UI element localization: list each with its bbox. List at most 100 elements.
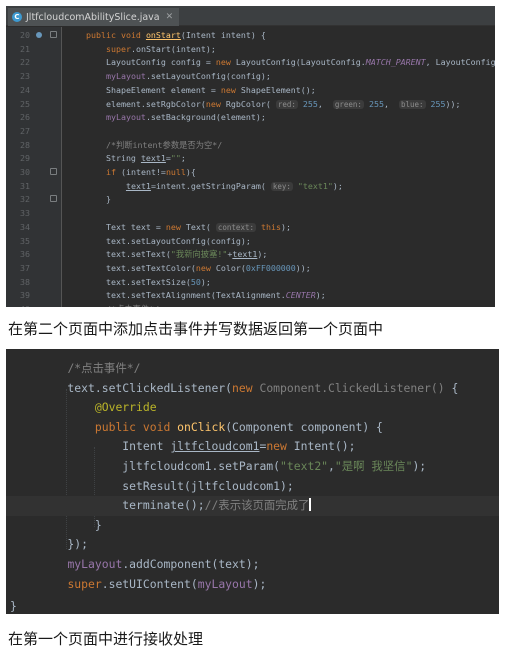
code-text: @Override <box>40 398 157 418</box>
line-number: 38 <box>20 276 30 287</box>
code-token: super <box>105 43 131 54</box>
code-line[interactable]: 34 Text text = new Text( context: this); <box>6 220 495 234</box>
code-line[interactable]: 28 /*判断intent参数是否为空*/ <box>6 138 495 152</box>
code-text: text.setClickedListener(new Component.Cl… <box>40 379 458 399</box>
code-token: ); <box>412 459 427 473</box>
code-token: { <box>451 380 459 395</box>
line-number: 34 <box>20 221 30 232</box>
line-number: 26 <box>20 112 30 123</box>
code-token: ){ <box>185 167 196 177</box>
code-line[interactable]: setResult(jltfcloudcom1); <box>6 477 499 497</box>
code-line[interactable]: jltfcloudcom1.setParam("text2","是啊 我坚信")… <box>6 457 499 477</box>
code-line[interactable]: 29 String text1=""; <box>6 151 495 165</box>
code-line[interactable]: 30 if (intent!=null){ <box>6 165 495 179</box>
code-area-1[interactable]: 20 public void onStart(Intent intent) {2… <box>6 27 495 307</box>
code-line[interactable]: 37 text.setTextColor(new Color(0xFF00000… <box>6 261 495 275</box>
code-token: @Override <box>94 400 157 415</box>
fold-icon[interactable] <box>50 195 57 203</box>
code-token: myLayout <box>105 112 146 123</box>
code-token: ); <box>200 276 211 287</box>
code-line[interactable]: myLayout.addComponent(text); <box>6 555 499 575</box>
code-token: ); <box>315 290 326 301</box>
line-number: 39 <box>20 290 30 301</box>
code-token: /*判断intent参数是否为空*/ <box>105 139 223 150</box>
line-number: 36 <box>20 249 30 260</box>
override-marker-icon[interactable] <box>36 32 42 38</box>
code-line[interactable]: 39 text.setTextAlignment(TextAlignment.C… <box>6 288 495 302</box>
code-text: terminate();//表示该页面完成了 <box>40 496 311 516</box>
code-line[interactable]: 26 myLayout.setBackground(element); <box>6 110 495 124</box>
code-token: Text( <box>185 221 216 232</box>
code-token: CENTER <box>285 290 316 301</box>
code-token: )); <box>445 98 461 109</box>
editor-screenshot-2[interactable]: } /*点击事件*/ text.setClickedListener(new C… <box>6 349 499 614</box>
code-token: super <box>67 576 102 591</box>
closing-brace: } <box>10 599 17 613</box>
code-line[interactable]: 27 <box>6 124 495 138</box>
line-number: 33 <box>20 208 30 219</box>
code-text: String text1=""; <box>66 151 186 165</box>
fold-icon[interactable] <box>50 31 57 38</box>
code-line[interactable]: 21 super.onStart(intent); <box>6 42 495 56</box>
code-token: =intent.getStringParam( <box>150 180 271 191</box>
code-line[interactable]: 24 ShapeElement element = new ShapeEleme… <box>6 83 495 97</box>
line-number: 23 <box>20 71 30 82</box>
code-token: text.setTextSize( <box>66 276 191 287</box>
code-token: new <box>165 221 186 232</box>
code-token: /*点击事件*/ <box>106 304 159 307</box>
tab-label: JltfcloudcomAbilitySlice.java <box>26 11 160 23</box>
code-line[interactable]: 35 text.setLayoutConfig(config); <box>6 234 495 248</box>
code-token: , LayoutConfig. <box>425 57 495 68</box>
code-text: }); <box>40 535 88 555</box>
code-line[interactable]: 40 /*点击事件*/ <box>6 302 495 307</box>
code-line[interactable]: 23 myLayout.setLayoutConfig(config); <box>6 69 495 83</box>
code-line[interactable]: 22 LayoutConfig config = new LayoutConfi… <box>6 55 495 69</box>
code-token: ); <box>332 180 343 191</box>
tab-jltfcloudcom-ability-slice[interactable]: C JltfcloudcomAbilitySlice.java ✕ <box>8 8 180 26</box>
code-line[interactable]: 33 <box>6 206 495 220</box>
code-line[interactable]: 32 } <box>6 192 495 206</box>
close-icon[interactable]: ✕ <box>166 12 174 22</box>
line-number: 27 <box>20 125 30 136</box>
code-line[interactable]: super.setUIContent(myLayout); <box>6 575 499 595</box>
code-token: text.setClickedListener( <box>40 380 233 395</box>
code-token: //表示该页面完成了 <box>204 498 310 513</box>
line-number: 31 <box>20 180 30 191</box>
editor-tab-bar: C JltfcloudcomAbilitySlice.java ✕ <box>6 6 495 26</box>
code-line[interactable]: text.setClickedListener(new Component.Cl… <box>6 379 499 399</box>
code-text: } <box>66 192 111 206</box>
code-token: context: <box>215 222 256 232</box>
code-line[interactable]: Intent jltfcloudcom1=new Intent(); <box>6 437 499 457</box>
code-line[interactable]: 38 text.setTextSize(50); <box>6 275 495 289</box>
code-line[interactable]: }); <box>6 535 499 555</box>
code-token: "是啊 我坚信" <box>334 459 413 473</box>
code-token: , <box>317 98 333 109</box>
fold-icon[interactable] <box>50 168 57 175</box>
code-token: ); <box>280 221 291 232</box>
code-line[interactable]: } <box>6 516 499 536</box>
code-line[interactable]: /*点击事件*/ <box>6 359 499 379</box>
code-token: LayoutConfig config = <box>66 57 216 68</box>
code-line[interactable]: @Override <box>6 398 499 418</box>
code-text: if (intent!=null){ <box>66 165 196 179</box>
code-token: element.setRgbColor( <box>66 98 206 109</box>
code-token: green: <box>332 99 364 109</box>
code-token: setResult(jltfcloudcom1); <box>40 478 294 493</box>
code-text: text.setText("我新向披塞!"+text1); <box>66 247 267 261</box>
current-code-line[interactable]: terminate();//表示该页面完成了 <box>6 496 499 516</box>
code-line[interactable]: 20 public void onStart(Intent intent) { <box>6 28 495 42</box>
code-line[interactable]: 31 text1=intent.getStringParam( key: "te… <box>6 179 495 193</box>
code-token: "我新向披塞!" <box>170 249 228 260</box>
code-line[interactable]: public void onClick(Component component)… <box>6 418 499 438</box>
code-line[interactable]: 25 element.setRgbColor(new RgbColor( red… <box>6 97 495 111</box>
code-token: (Intent intent) { <box>180 30 266 40</box>
code-line[interactable]: 36 text.setText("我新向披塞!"+text1); <box>6 247 495 261</box>
code-token: Color( <box>215 262 246 273</box>
